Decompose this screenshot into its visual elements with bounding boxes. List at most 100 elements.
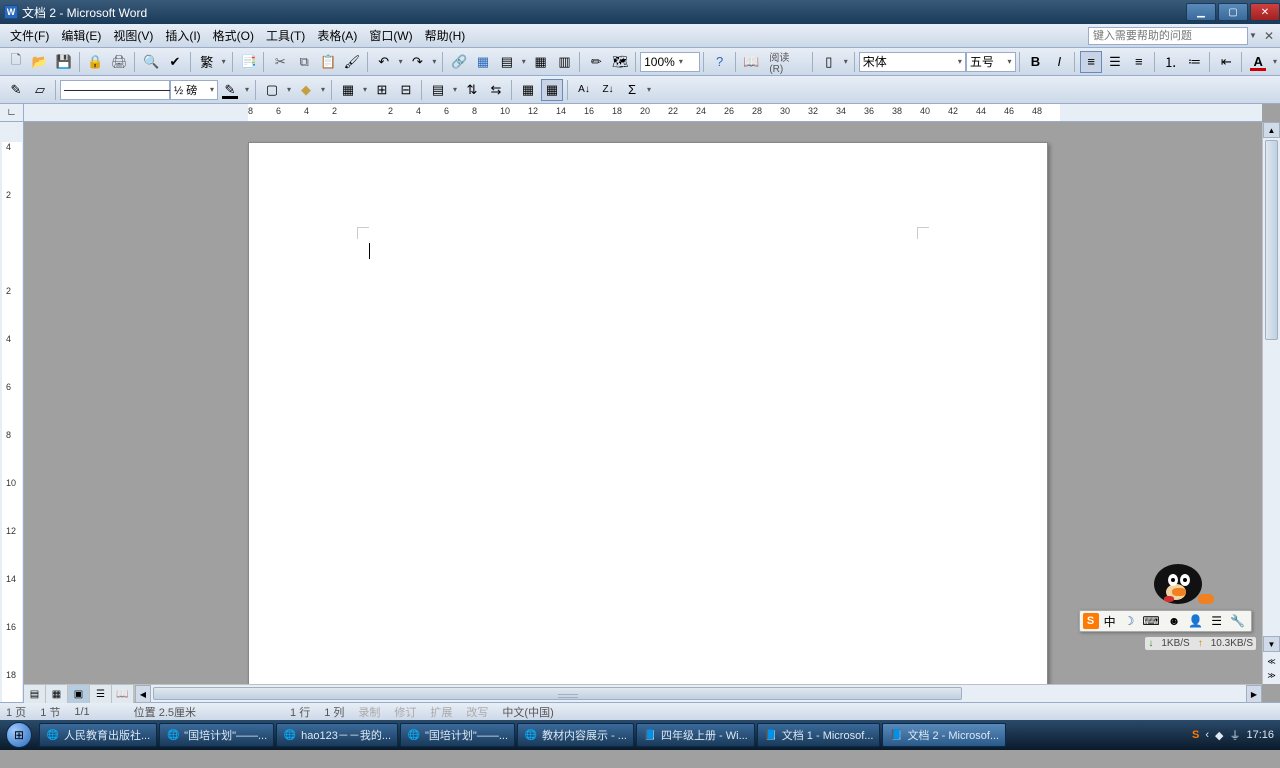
print-button[interactable]: 🖨 <box>108 51 130 73</box>
print-layout-button[interactable]: ▣ <box>68 685 90 703</box>
minimize-button[interactable]: ▁ <box>1186 3 1216 21</box>
align-cell-dropdown-icon[interactable]: ▾ <box>450 85 460 94</box>
next-page-button[interactable]: ≫ <box>1263 668 1280 682</box>
insert-table-tool-dropdown-icon[interactable]: ▾ <box>360 85 370 94</box>
insert-worksheet-button[interactable]: ▦ <box>530 51 552 73</box>
distribute-rows-button[interactable]: ⇅ <box>461 79 483 101</box>
scroll-right-button[interactable]: ▶ <box>1246 685 1262 703</box>
page-setup-dropdown-icon[interactable]: ▾ <box>841 57 851 66</box>
status-overtype[interactable]: 改写 <box>466 704 488 720</box>
insert-table-button[interactable]: ▤ <box>496 51 518 73</box>
sort-desc-button[interactable]: Z↓ <box>597 79 619 101</box>
taskbar-button[interactable]: 🌐人民教育出版社... <box>39 723 157 747</box>
zoom-combo[interactable]: 100%▾ <box>640 52 700 72</box>
line-style-combo[interactable]: ─────────────▾ <box>60 80 170 100</box>
numbering-button[interactable]: ⒈ <box>1160 51 1182 73</box>
split-cells-button[interactable]: ⊟ <box>395 79 417 101</box>
align-center-button[interactable]: ☰ <box>1104 51 1126 73</box>
chinese-convert-dropdown-icon[interactable]: ▾ <box>219 57 229 66</box>
menu-tools[interactable]: 工具(T) <box>260 25 311 46</box>
align-cell-button[interactable]: ▤ <box>427 79 449 101</box>
tray-network-icon[interactable]: ⏚ <box>1229 727 1240 743</box>
scroll-left-button[interactable]: ◀ <box>135 685 151 703</box>
align-left-button[interactable]: ≡ <box>1080 51 1102 73</box>
web-view-button[interactable]: ▦ <box>46 685 68 703</box>
normal-view-button[interactable]: ▤ <box>24 685 46 703</box>
help-button[interactable]: ? <box>709 51 731 73</box>
menu-window[interactable]: 窗口(W) <box>363 25 418 46</box>
help-dropdown-icon[interactable]: ▼ <box>1248 31 1258 40</box>
copy-button[interactable]: ⧉ <box>293 51 315 73</box>
paste-button[interactable]: 📋 <box>317 51 339 73</box>
font-size-combo[interactable]: 五号▾ <box>966 52 1016 72</box>
doc-map-button[interactable]: 🗺 <box>609 51 631 73</box>
italic-button[interactable]: I <box>1048 51 1070 73</box>
research-button[interactable]: 📑 <box>238 51 260 73</box>
eraser-button[interactable]: ▱ <box>29 79 51 101</box>
vertical-scrollbar[interactable]: ▲ ▼ ≪ ≫ <box>1262 122 1280 684</box>
page[interactable] <box>248 142 1048 684</box>
decrease-indent-button[interactable]: ⇤ <box>1215 51 1237 73</box>
menu-view[interactable]: 视图(V) <box>107 25 159 46</box>
status-track[interactable]: 修订 <box>394 704 416 720</box>
shading-dropdown-icon[interactable]: ▾ <box>318 85 328 94</box>
horizontal-ruler[interactable]: 8642246810121416182022242628303234363840… <box>24 104 1262 122</box>
draw-table-button[interactable]: ✎ <box>5 79 27 101</box>
permission-button[interactable]: 🔒 <box>85 51 107 73</box>
hide-gridlines-button[interactable]: ▦ <box>541 79 563 101</box>
doc-close-button[interactable]: ✕ <box>1258 29 1280 43</box>
status-language[interactable]: 中文(中国) <box>502 704 553 720</box>
tray-shield-icon[interactable]: ◆ <box>1215 729 1223 742</box>
taskbar-button[interactable]: 📘文档 2 - Microsof... <box>882 723 1006 747</box>
hyperlink-button[interactable]: 🔗 <box>448 51 470 73</box>
taskbar-button[interactable]: 🌐"国培计划"——... <box>159 723 274 747</box>
vscroll-thumb[interactable] <box>1265 140 1278 340</box>
toolbar-options-icon[interactable]: ▾ <box>644 85 654 94</box>
read-layout-icon[interactable]: 📖 <box>741 51 763 73</box>
columns-button[interactable]: ▥ <box>554 51 576 73</box>
drawing-toolbar-button[interactable]: ✏ <box>585 51 607 73</box>
sogou-tray-icon[interactable]: S <box>1192 729 1199 741</box>
menu-format[interactable]: 格式(O) <box>207 25 260 46</box>
tab-selector[interactable]: ∟ <box>0 104 24 122</box>
tables-borders-button[interactable]: ▦ <box>472 51 494 73</box>
print-preview-button[interactable]: 🔍 <box>140 51 162 73</box>
border-color-button[interactable]: ✎ <box>219 79 241 101</box>
insert-table-tool-button[interactable]: ▦ <box>337 79 359 101</box>
undo-dropdown-icon[interactable]: ▾ <box>396 57 406 66</box>
autosum-button[interactable]: Σ <box>621 79 643 101</box>
page-setup-button[interactable]: ▯ <box>818 51 840 73</box>
menu-help[interactable]: 帮助(H) <box>419 25 472 46</box>
sogou-icon[interactable]: S <box>1083 613 1099 629</box>
ime-keyboard-icon[interactable]: ⌨ <box>1139 614 1162 628</box>
status-record[interactable]: 录制 <box>358 704 380 720</box>
border-dropdown-icon[interactable]: ▾ <box>284 85 294 94</box>
menu-insert[interactable]: 插入(I) <box>159 25 206 46</box>
maximize-button[interactable]: ▢ <box>1218 3 1248 21</box>
menu-edit[interactable]: 编辑(E) <box>55 25 107 46</box>
redo-button[interactable]: ↷ <box>407 51 429 73</box>
undo-button[interactable]: ↶ <box>373 51 395 73</box>
format-painter-button[interactable]: 🖌 <box>341 51 363 73</box>
reading-mode-button[interactable]: 阅读(R) <box>764 51 808 73</box>
table-autoformat-button[interactable]: ▦ <box>517 79 539 101</box>
bullets-button[interactable]: ≔ <box>1184 51 1206 73</box>
help-search-input[interactable] <box>1088 27 1248 45</box>
menu-file[interactable]: 文件(F) <box>4 25 55 46</box>
taskbar-button[interactable]: 🌐hao123－－我的... <box>276 723 398 747</box>
close-button[interactable]: ✕ <box>1250 3 1280 21</box>
reading-view-button[interactable]: 📖 <box>112 685 134 703</box>
ime-moon-icon[interactable]: ☽ <box>1121 614 1138 628</box>
bold-button[interactable]: B <box>1025 51 1047 73</box>
tray-clock[interactable]: 17:16 <box>1246 729 1274 741</box>
border-color-dropdown-icon[interactable]: ▾ <box>242 85 252 94</box>
menu-table[interactable]: 表格(A) <box>311 25 363 46</box>
system-tray[interactable]: S ‹ ◆ ⏚ 17:16 <box>1186 727 1280 743</box>
status-extend[interactable]: 扩展 <box>430 704 452 720</box>
ime-user-icon[interactable]: 👤 <box>1185 614 1206 628</box>
scroll-down-button[interactable]: ▼ <box>1263 636 1280 652</box>
new-doc-button[interactable]: 🗋 <box>5 51 27 73</box>
ime-face-icon[interactable]: ☻ <box>1165 614 1184 628</box>
taskbar-button[interactable]: 📘四年级上册 - Wi... <box>636 723 755 747</box>
font-family-combo[interactable]: 宋体▾ <box>859 52 966 72</box>
